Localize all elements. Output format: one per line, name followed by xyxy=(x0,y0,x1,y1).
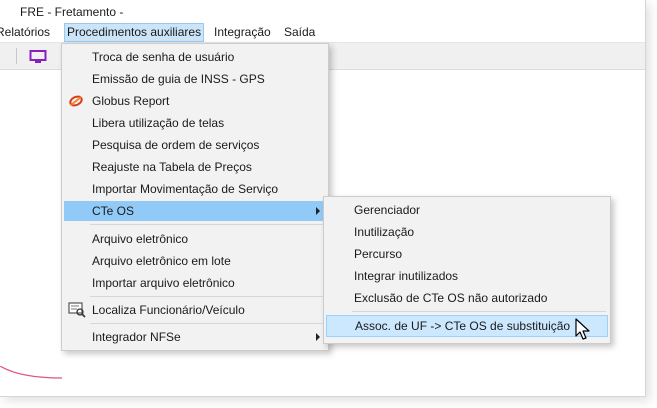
menu-item-arquivo-eletronico[interactable]: Arquivo eletrônico xyxy=(64,229,326,249)
menu-item-reajuste-precos[interactable]: Reajuste na Tabela de Preços xyxy=(64,157,326,177)
menu-separator xyxy=(90,323,324,324)
menu-item-importar-arquivo[interactable]: Importar arquivo eletrônico xyxy=(64,273,326,293)
menu-relatorios[interactable]: Relatórios xyxy=(0,25,50,39)
menu-separator xyxy=(352,311,606,312)
submenu-item-inutilizacao[interactable]: Inutilização xyxy=(326,222,608,242)
menu-item-integrador-nfse[interactable]: Integrador NFSe xyxy=(64,327,326,347)
menu-item-globus-report[interactable]: Globus Report xyxy=(64,91,326,111)
menu-item-emissao-guia-inss[interactable]: Emissão de guia de INSS - GPS xyxy=(64,69,326,89)
toolbar-separator xyxy=(16,48,17,64)
title-bar: FRE - Fretamento - xyxy=(0,0,645,22)
mouse-cursor-icon xyxy=(575,318,590,340)
globus-report-icon xyxy=(68,93,84,112)
menu-separator xyxy=(90,296,324,297)
cte-os-submenu: Gerenciador Inutilização Percurso Integr… xyxy=(323,196,611,344)
menu-item-cte-os[interactable]: CTe OS xyxy=(64,201,326,221)
submenu-item-exclusao-cte-os[interactable]: Exclusão de CTe OS não autorizado xyxy=(326,288,608,308)
submenu-item-integrar-inutilizados[interactable]: Integrar inutilizados xyxy=(326,266,608,286)
menu-procedimentos-auxiliares[interactable]: Procedimentos auxiliares xyxy=(64,23,205,42)
menu-item-arquivo-eletronico-lote[interactable]: Arquivo eletrônico em lote xyxy=(64,251,326,271)
submenu-item-assoc-uf-cte-os[interactable]: Assoc. de UF -> CTe OS de substituição xyxy=(326,315,608,337)
procedimentos-menu: Troca de senha de usuário Emissão de gui… xyxy=(61,43,329,351)
submenu-item-gerenciador[interactable]: Gerenciador xyxy=(326,200,608,220)
search-employee-icon xyxy=(68,302,86,321)
chevron-right-icon xyxy=(316,333,320,341)
monitor-icon[interactable] xyxy=(29,50,47,67)
menu-item-importar-movimentacao[interactable]: Importar Movimentação de Serviço xyxy=(64,179,326,199)
submenu-item-percurso[interactable]: Percurso xyxy=(326,244,608,264)
menu-bar: Relatórios Procedimentos auxiliares Inte… xyxy=(0,22,645,43)
window-title: FRE - Fretamento - xyxy=(20,5,124,19)
menu-item-localiza-funcionario[interactable]: Localiza Funcionário/Veículo xyxy=(64,300,326,320)
menu-saida[interactable]: Saída xyxy=(284,25,315,39)
menu-item-libera-telas[interactable]: Libera utilização de telas xyxy=(64,113,326,133)
menu-item-troca-senha[interactable]: Troca de senha de usuário xyxy=(64,47,326,67)
menu-item-pesquisa-ordem[interactable]: Pesquisa de ordem de serviços xyxy=(64,135,326,155)
chevron-right-icon xyxy=(316,207,320,215)
menu-integracao[interactable]: Integração xyxy=(214,25,271,39)
menu-separator xyxy=(90,224,324,225)
connector-line xyxy=(0,366,63,379)
